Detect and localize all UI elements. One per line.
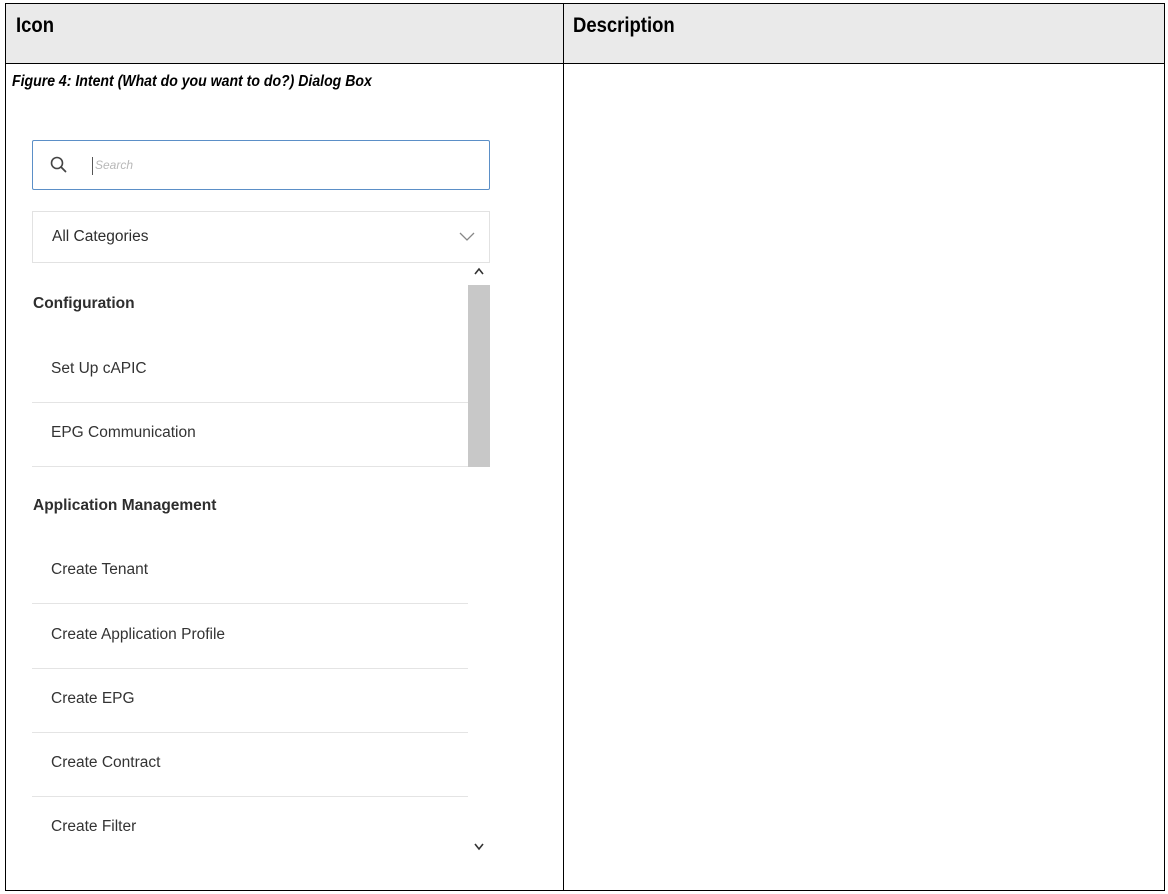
list-item-epg-communication[interactable]: EPG Communication bbox=[32, 402, 468, 467]
list-item-label: Create Tenant bbox=[51, 561, 149, 578]
scroll-up-arrow-icon[interactable] bbox=[474, 267, 484, 275]
table-header-row: Icon Description bbox=[6, 4, 1164, 64]
figure-caption: Figure 4: Intent (What do you want to do… bbox=[12, 73, 372, 90]
list-item-label: Set Up cAPIC bbox=[51, 360, 147, 377]
section-heading-application-management: Application Management bbox=[33, 497, 217, 514]
list-item-label: Create Contract bbox=[51, 754, 161, 771]
list-item-set-up-capic[interactable]: Set Up cAPIC bbox=[32, 338, 468, 403]
list-item-label: EPG Communication bbox=[51, 424, 196, 441]
list-item-create-filter[interactable]: Create Filter bbox=[32, 796, 468, 860]
column-divider bbox=[563, 4, 564, 890]
list-item-create-contract[interactable]: Create Contract bbox=[32, 732, 468, 797]
search-input[interactable] bbox=[95, 152, 475, 178]
list-item-create-tenant[interactable]: Create Tenant bbox=[32, 539, 468, 604]
list-item-create-epg[interactable]: Create EPG bbox=[32, 668, 468, 733]
header-icon: Icon bbox=[16, 14, 54, 37]
scrollbar[interactable] bbox=[468, 263, 490, 863]
category-select-value: All Categories bbox=[52, 228, 149, 245]
category-select[interactable]: All Categories bbox=[32, 211, 490, 263]
list-item-label: Create Application Profile bbox=[51, 626, 226, 643]
list-item-label: Create EPG bbox=[51, 690, 135, 707]
scroll-down-arrow-icon[interactable] bbox=[474, 843, 484, 851]
header-description: Description bbox=[573, 14, 675, 37]
chevron-down-icon bbox=[459, 232, 475, 241]
search-icon bbox=[50, 156, 67, 173]
search-box[interactable] bbox=[32, 140, 490, 190]
text-cursor bbox=[92, 157, 93, 175]
list-item-label: Create Filter bbox=[51, 818, 137, 835]
scrollbar-thumb[interactable] bbox=[468, 285, 490, 467]
section-heading-configuration: Configuration bbox=[33, 295, 135, 312]
list-item-create-application-profile[interactable]: Create Application Profile bbox=[32, 604, 468, 669]
intent-list[interactable]: Configuration Set Up cAPIC EPG Communica… bbox=[32, 263, 490, 863]
